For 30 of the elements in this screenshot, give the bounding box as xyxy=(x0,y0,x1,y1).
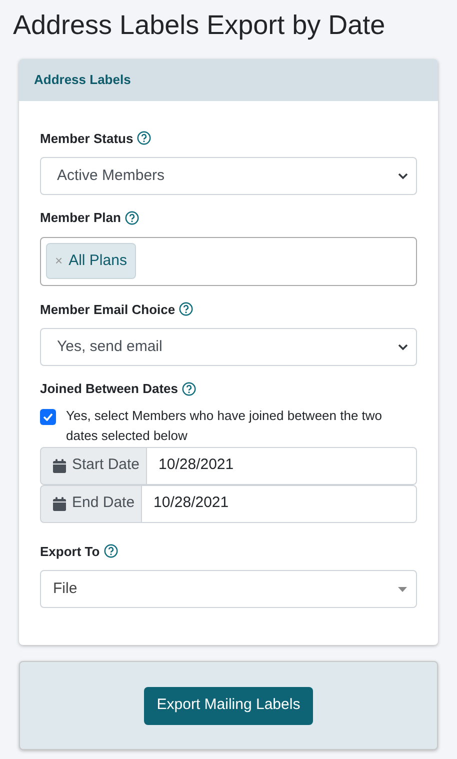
chevron-down-icon xyxy=(398,172,408,180)
checkbox-label: Yes, select Members who have joined between the two dates selected below xyxy=(66,406,384,444)
help-icon[interactable] xyxy=(182,382,196,396)
select-field[interactable]: Yes, send email xyxy=(40,328,417,366)
help-icon[interactable] xyxy=(124,210,139,225)
joined-checkbox[interactable] xyxy=(40,408,56,424)
field-label: Member Email Choice xyxy=(40,300,176,318)
calendar-icon xyxy=(53,458,66,472)
select-field[interactable]: File xyxy=(40,570,417,608)
help-icon[interactable] xyxy=(104,544,118,558)
select-field[interactable]: Active Members xyxy=(40,157,417,195)
plan-tag[interactable]: × All Plans xyxy=(46,243,136,279)
help-icon[interactable] xyxy=(179,302,194,316)
caret-down-icon xyxy=(398,586,407,592)
multi-select-field[interactable]: × All Plans xyxy=(40,236,417,286)
date-label: End Date xyxy=(72,493,135,514)
calendar-icon xyxy=(53,496,66,510)
date-input[interactable]: 10/28/2021 xyxy=(146,446,417,484)
field-label: Joined Between Dates xyxy=(40,380,178,398)
field-label: Member Status xyxy=(40,130,134,148)
date-label: Start Date xyxy=(72,455,140,476)
page-title: Address Labels Export by Date xyxy=(13,9,386,42)
field-label: Member Plan xyxy=(40,209,121,227)
export-button[interactable]: Export Mailing Labels xyxy=(144,686,314,724)
chevron-down-icon xyxy=(398,343,408,351)
check-icon xyxy=(43,412,53,420)
help-icon[interactable] xyxy=(137,131,152,146)
field-label: Export To xyxy=(40,542,100,561)
panel-title: Address Labels xyxy=(34,70,131,89)
date-input[interactable]: 10/28/2021 xyxy=(142,484,417,522)
